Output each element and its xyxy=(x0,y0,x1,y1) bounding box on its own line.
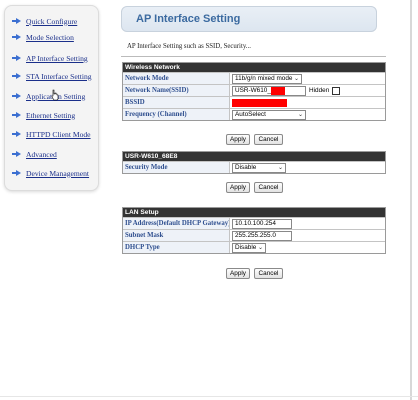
page-description: AP Interface Setting such as SSID, Secur… xyxy=(127,43,251,50)
dhcp-type-select[interactable]: Disable ⌄ xyxy=(232,242,266,253)
network-mode-value: 11b/g/n mixed mode xyxy=(235,74,293,82)
section-heading: USR-W610_68E8 xyxy=(123,152,385,161)
dhcp-type-value: Disable xyxy=(235,243,257,251)
hidden-label: Hidden xyxy=(309,87,330,94)
page-title: AP Interface Setting xyxy=(136,13,241,25)
section-heading: Wireless Network xyxy=(123,63,385,72)
ssid-value: USR-W610_ xyxy=(235,86,271,94)
ssid-input[interactable]: USR-W610_ xyxy=(232,85,306,96)
chevron-down-icon: ⌄ xyxy=(257,244,263,251)
table-row: Frequency (Channel) AutoSelect ⌄ xyxy=(123,108,385,120)
arrow-right-icon xyxy=(12,18,21,24)
arrow-right-icon xyxy=(12,34,21,40)
redaction-mark xyxy=(270,86,285,95)
sidebar-item-mode-selection[interactable]: Mode Selection xyxy=(12,31,74,43)
wireless-apply-button[interactable]: Apply xyxy=(226,134,250,145)
arrow-right-icon xyxy=(12,73,21,79)
frequency-select[interactable]: AutoSelect ⌄ xyxy=(232,109,306,120)
sidebar-item-ethernet-setting[interactable]: Ethernet Setting xyxy=(12,109,76,121)
sidebar-item-label: Quick Configure xyxy=(26,16,78,26)
lan-apply-button[interactable]: Apply xyxy=(226,268,250,279)
sidebar-item-label: HTTPD Client Mode xyxy=(26,129,91,139)
frequency-label: Frequency (Channel) xyxy=(123,109,230,120)
page-bottom-border xyxy=(0,396,418,397)
section-heading: LAN Setup xyxy=(123,208,385,217)
ip-address-input[interactable]: 10.10.100.254 xyxy=(232,218,292,229)
chevron-down-icon: ⌄ xyxy=(277,164,283,171)
ssid-label: Network Name(SSID) xyxy=(123,85,230,96)
frequency-value: AutoSelect xyxy=(235,110,266,118)
security-section: USR-W610_68E8 Security Mode Disable ⌄ xyxy=(122,151,386,174)
arrow-right-icon xyxy=(12,131,21,137)
lan-cancel-button[interactable]: Cancel xyxy=(254,268,283,279)
arrow-right-icon xyxy=(12,151,21,157)
sidebar-item-label: Device Management xyxy=(26,168,90,178)
table-row: Network Name(SSID) USR-W610_ Hidden xyxy=(123,84,385,96)
table-row: Subnet Mask 255.255.255.0 xyxy=(123,229,385,241)
sidebar-item-ap-interface-setting[interactable]: AP Interface Setting xyxy=(12,52,88,64)
dhcp-type-label: DHCP Type xyxy=(123,242,230,253)
bssid-redacted-value xyxy=(232,98,287,107)
page-right-border xyxy=(410,0,412,400)
table-row: BSSID xyxy=(123,96,385,108)
ip-address-label: IP Address(Default DHCP Gateway) xyxy=(123,218,230,229)
security-mode-value: Disable xyxy=(235,163,257,171)
security-apply-button[interactable]: Apply xyxy=(226,182,250,193)
sidebar-item-label: Ethernet Setting xyxy=(26,110,76,120)
security-mode-label: Security Mode xyxy=(123,162,230,173)
divider xyxy=(121,56,386,57)
page-header: AP Interface Setting xyxy=(121,6,377,32)
wireless-cancel-button[interactable]: Cancel xyxy=(254,134,283,145)
arrow-right-icon xyxy=(12,93,21,99)
bssid-label: BSSID xyxy=(123,97,230,108)
sidebar-item-httpd-client-mode[interactable]: HTTPD Client Mode xyxy=(12,128,91,140)
arrow-right-icon xyxy=(12,170,21,176)
chevron-down-icon: ⌄ xyxy=(297,111,303,118)
lan-setup-section: LAN Setup IP Address(Default DHCP Gatewa… xyxy=(122,207,386,254)
network-mode-label: Network Mode xyxy=(123,73,230,84)
subnet-mask-input[interactable]: 255.255.255.0 xyxy=(232,230,292,241)
table-row: Security Mode Disable ⌄ xyxy=(123,161,385,173)
security-cancel-button[interactable]: Cancel xyxy=(254,182,283,193)
table-row: IP Address(Default DHCP Gateway) 10.10.1… xyxy=(123,217,385,229)
arrow-right-icon xyxy=(12,55,21,61)
chevron-down-icon: ⌄ xyxy=(293,75,299,82)
subnet-mask-label: Subnet Mask xyxy=(123,230,230,241)
table-row: DHCP Type Disable ⌄ xyxy=(123,241,385,253)
sidebar-item-label: STA Interface Setting xyxy=(26,71,92,81)
sidebar-item-label: Advanced xyxy=(26,149,57,159)
sidebar-item-device-management[interactable]: Device Management xyxy=(12,167,90,179)
sidebar-item-label: AP Interface Setting xyxy=(26,53,88,63)
hand-cursor-icon xyxy=(51,89,59,101)
table-row: Network Mode 11b/g/n mixed mode ⌄ xyxy=(123,72,385,84)
network-mode-select[interactable]: 11b/g/n mixed mode ⌄ xyxy=(232,73,302,84)
hidden-checkbox[interactable] xyxy=(332,86,341,95)
security-mode-select[interactable]: Disable ⌄ xyxy=(232,162,286,173)
wireless-network-section: Wireless Network Network Mode 11b/g/n mi… xyxy=(122,62,386,121)
sidebar-menu: Quick Configure Mode Selection AP Interf… xyxy=(4,5,99,191)
sidebar-item-advanced[interactable]: Advanced xyxy=(12,148,57,160)
sidebar-item-quick-configure[interactable]: Quick Configure xyxy=(12,15,78,27)
arrow-right-icon xyxy=(12,112,21,118)
sidebar-item-label: Mode Selection xyxy=(26,32,74,42)
sidebar-item-sta-interface-setting[interactable]: STA Interface Setting xyxy=(12,70,92,82)
